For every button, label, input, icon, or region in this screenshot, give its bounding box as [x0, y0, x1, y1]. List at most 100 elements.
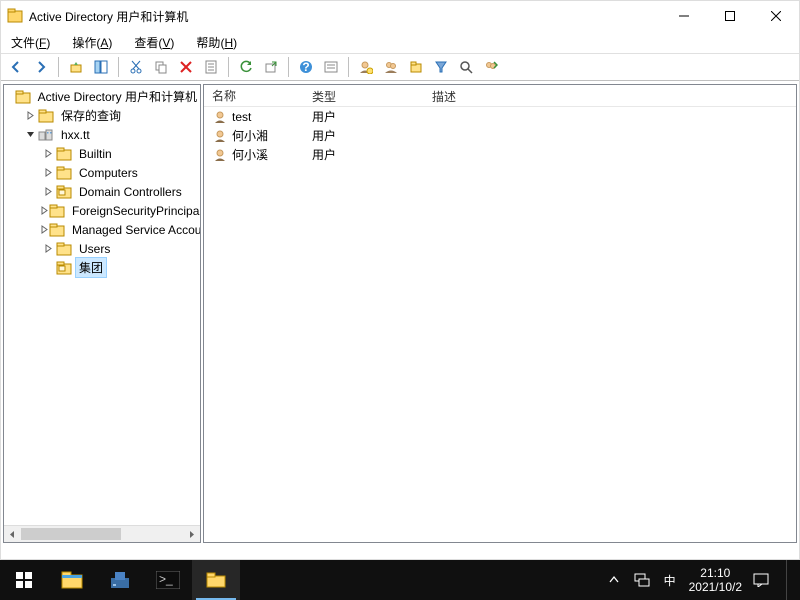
user-icon: [212, 109, 228, 125]
network-icon[interactable]: [633, 571, 651, 589]
chevron-right-icon[interactable]: [40, 187, 56, 196]
scroll-left-icon[interactable]: [4, 526, 21, 543]
tree-label: Managed Service Accounts: [69, 222, 201, 238]
tree-pane[interactable]: Active Directory 用户和计算机 保存的查询 hxx.tt Bui…: [3, 84, 201, 543]
search-button[interactable]: [455, 56, 477, 78]
cell-name: test: [232, 110, 251, 124]
tree-label: Builtin: [76, 146, 115, 162]
tree-item[interactable]: Computers: [4, 163, 200, 182]
find-button[interactable]: [320, 56, 342, 78]
tree-label: Active Directory 用户和计算机: [35, 87, 200, 106]
cell-type: 用户: [304, 146, 424, 163]
column-name[interactable]: 名称: [204, 85, 304, 106]
menu-action[interactable]: 操作(A): [66, 32, 118, 53]
clock[interactable]: 21:10 2021/10/2: [689, 566, 742, 594]
tree-saved-queries[interactable]: 保存的查询: [4, 106, 200, 125]
system-tray: 中 21:10 2021/10/2: [605, 560, 800, 600]
folder-icon: [56, 146, 72, 162]
tree-label: 集团: [76, 258, 106, 277]
new-group-button[interactable]: [380, 56, 402, 78]
new-ou-button[interactable]: [405, 56, 427, 78]
up-button[interactable]: [65, 56, 87, 78]
properties-button[interactable]: [200, 56, 222, 78]
tree-label: Domain Controllers: [76, 184, 185, 200]
show-desktop-button[interactable]: [786, 560, 792, 600]
chevron-right-icon[interactable]: [40, 225, 49, 234]
column-type[interactable]: 类型: [304, 85, 424, 106]
menu-file[interactable]: 文件(F): [5, 32, 56, 53]
taskbar-explorer[interactable]: [48, 560, 96, 600]
tree-root[interactable]: Active Directory 用户和计算机: [4, 87, 200, 106]
user-icon: [212, 128, 228, 144]
taskbar-aduc[interactable]: [192, 560, 240, 600]
add-to-group-button[interactable]: [480, 56, 502, 78]
tree-item[interactable]: Managed Service Accounts: [4, 220, 200, 239]
window-controls: [661, 1, 799, 31]
ou-icon: [56, 184, 72, 200]
ou-icon: [56, 260, 72, 276]
cut-button[interactable]: [125, 56, 147, 78]
folder-icon: [56, 241, 72, 257]
taskbar-cmd[interactable]: >_: [144, 560, 192, 600]
chevron-right-icon[interactable]: [40, 168, 56, 177]
list-item[interactable]: test用户: [204, 107, 796, 126]
horizontal-scrollbar[interactable]: [4, 525, 200, 542]
tray-chevron-up-icon[interactable]: [605, 571, 623, 589]
cell-name: 何小湘: [232, 127, 268, 144]
forward-button[interactable]: [30, 56, 52, 78]
ime-indicator[interactable]: 中: [661, 571, 679, 589]
toolbar-separator: [118, 57, 119, 77]
menu-help[interactable]: 帮助(H): [190, 32, 243, 53]
menu-view[interactable]: 查看(V): [128, 32, 180, 53]
new-user-button[interactable]: [355, 56, 377, 78]
help-button[interactable]: ?: [295, 56, 317, 78]
list-rows: test用户何小湘用户何小溪 用户: [204, 107, 796, 164]
chevron-right-icon[interactable]: [40, 244, 56, 253]
scroll-thumb[interactable]: [21, 528, 121, 540]
chevron-right-icon[interactable]: [40, 149, 56, 158]
tree-item[interactable]: Builtin: [4, 144, 200, 163]
svg-text:>_: >_: [159, 572, 173, 586]
list-item[interactable]: 何小溪 用户: [204, 145, 796, 164]
show-hide-tree-button[interactable]: [90, 56, 112, 78]
domain-icon: [38, 127, 54, 143]
titlebar: Active Directory 用户和计算机: [1, 1, 799, 31]
filter-button[interactable]: [430, 56, 452, 78]
chevron-right-icon[interactable]: [40, 206, 49, 215]
back-button[interactable]: [5, 56, 27, 78]
tree-label: ForeignSecurityPrincipals: [69, 203, 201, 219]
export-button[interactable]: [260, 56, 282, 78]
maximize-button[interactable]: [707, 1, 753, 31]
toolbar: ?: [1, 53, 799, 81]
list-pane[interactable]: 名称 类型 描述 test用户何小湘用户何小溪 用户: [203, 84, 797, 543]
folder-icon: [49, 222, 65, 238]
tree-domain[interactable]: hxx.tt: [4, 125, 200, 144]
tree-item[interactable]: 集团: [4, 258, 200, 277]
scroll-right-icon[interactable]: [183, 526, 200, 543]
delete-button[interactable]: [175, 56, 197, 78]
notifications-icon[interactable]: [752, 571, 770, 589]
list-item[interactable]: 何小湘用户: [204, 126, 796, 145]
chevron-down-icon[interactable]: [22, 130, 38, 139]
tree-item[interactable]: ForeignSecurityPrincipals: [4, 201, 200, 220]
tree-label: Users: [76, 241, 113, 257]
user-icon: [212, 147, 228, 163]
toolbar-separator: [348, 57, 349, 77]
cell-name: 何小溪: [232, 146, 268, 163]
clock-date: 2021/10/2: [689, 580, 742, 594]
start-button[interactable]: [0, 560, 48, 600]
taskbar-server-manager[interactable]: [96, 560, 144, 600]
minimize-button[interactable]: [661, 1, 707, 31]
chevron-right-icon[interactable]: [22, 111, 38, 120]
taskbar: >_ 中 21:10 2021/10/2: [0, 560, 800, 600]
window-title: Active Directory 用户和计算机: [29, 8, 661, 25]
copy-button[interactable]: [150, 56, 172, 78]
clock-time: 21:10: [689, 566, 742, 580]
tree-item[interactable]: Domain Controllers: [4, 182, 200, 201]
close-button[interactable]: [753, 1, 799, 31]
tree-label: Computers: [76, 165, 141, 181]
toolbar-separator: [288, 57, 289, 77]
refresh-button[interactable]: [235, 56, 257, 78]
column-desc[interactable]: 描述: [424, 85, 796, 106]
tree-item[interactable]: Users: [4, 239, 200, 258]
